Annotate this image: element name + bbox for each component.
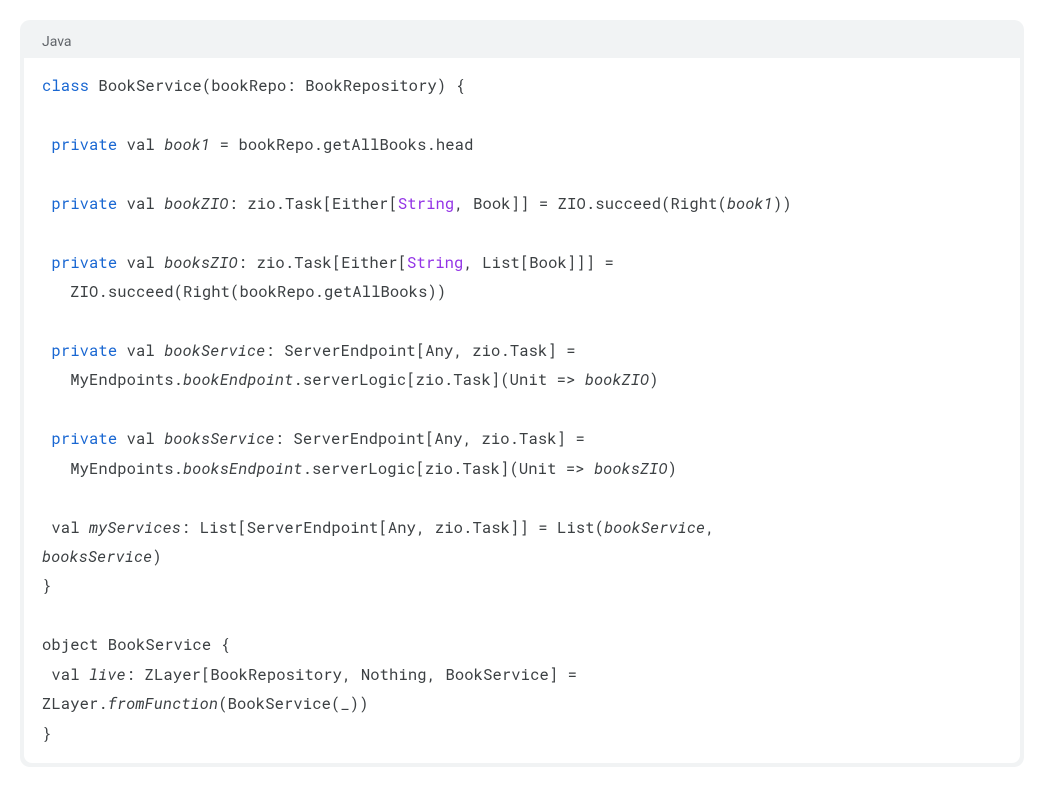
code-text: val: [51, 518, 89, 538]
identifier: fromFunction: [108, 694, 218, 714]
code-line: MyEndpoints.booksEndpoint.serverLogic[zi…: [42, 459, 677, 479]
identifier: booksService: [42, 547, 152, 567]
code-text: : zio.Task[Either[: [238, 253, 407, 273]
code-line: object BookService {: [42, 635, 230, 655]
code-line: private val booksService: ServerEndpoint…: [42, 429, 585, 449]
code-card: Java class BookService(bookRepo: BookRep…: [20, 20, 1024, 767]
identifier: booksService: [164, 429, 274, 449]
code-text: val: [117, 135, 164, 155]
indent: [42, 194, 51, 214]
indent: [42, 370, 70, 390]
indent: [42, 135, 51, 155]
code-body[interactable]: class BookService(bookRepo: BookReposito…: [24, 58, 1020, 763]
identifier: bookEndpoint: [183, 370, 293, 390]
identifier: bookService: [164, 341, 265, 361]
code-text: MyEndpoints.: [70, 459, 183, 479]
code-text: val: [117, 341, 164, 361]
keyword: private: [51, 194, 117, 214]
code-text: : ZLayer[BookRepository, Nothing, BookSe…: [126, 665, 587, 685]
code-text: .serverLogic[zio.Task](Unit =>: [303, 459, 594, 479]
code-text: ): [152, 547, 161, 567]
indent: [42, 253, 51, 273]
indent: [42, 341, 51, 361]
type: String: [398, 194, 454, 214]
identifier: live: [89, 665, 126, 685]
identifier: book1: [727, 194, 773, 214]
code-line: ZIO.succeed(Right(bookRepo.getAllBooks)): [42, 282, 446, 302]
indent: [42, 518, 51, 538]
identifier: myServices: [89, 518, 181, 538]
code-text: val: [117, 253, 164, 273]
keyword: private: [51, 341, 117, 361]
code-line: private val book1 = bookRepo.getAllBooks…: [42, 135, 473, 155]
code-text: val: [117, 194, 164, 214]
code-line: private val bookService: ServerEndpoint[…: [42, 341, 576, 361]
code-text: MyEndpoints.: [70, 370, 183, 390]
indent: [42, 665, 51, 685]
code-text: : List[ServerEndpoint[Any, zio.Task]] = …: [181, 518, 604, 538]
code-text: val: [117, 429, 164, 449]
code-text: val: [51, 665, 89, 685]
keyword: private: [51, 253, 117, 273]
indent: [42, 429, 51, 449]
code-line: val myServices: List[ServerEndpoint[Any,…: [42, 518, 724, 538]
code-line: class BookService(bookRepo: BookReposito…: [42, 76, 465, 96]
code-text: )): [773, 194, 792, 214]
code-text: ZLayer.: [42, 694, 108, 714]
code-text: .serverLogic[zio.Task](Unit =>: [293, 370, 584, 390]
code-line: MyEndpoints.bookEndpoint.serverLogic[zio…: [42, 370, 659, 390]
identifier: booksEndpoint: [183, 459, 303, 479]
code-text: = bookRepo.getAllBooks.head: [210, 135, 473, 155]
identifier: bookService: [604, 518, 705, 538]
indent: [42, 459, 70, 479]
code-line: val live: ZLayer[BookRepository, Nothing…: [42, 665, 587, 685]
code-text: : zio.Task[Either[: [229, 194, 398, 214]
code-text: ,: [705, 518, 724, 538]
identifier: booksZIO: [594, 459, 668, 479]
code-text: ZIO.succeed(Right(bookRepo.getAllBooks)): [70, 282, 446, 302]
keyword: class: [42, 76, 89, 96]
identifier: book1: [164, 135, 210, 155]
identifier: booksZIO: [164, 253, 238, 273]
identifier: bookZIO: [164, 194, 228, 214]
code-line: booksService): [42, 547, 162, 567]
code-text: : ServerEndpoint[Any, zio.Task] =: [265, 341, 575, 361]
keyword: private: [51, 429, 117, 449]
code-text: ): [649, 370, 658, 390]
code-text: : ServerEndpoint[Any, zio.Task] =: [275, 429, 585, 449]
indent: [42, 282, 70, 302]
code-line: ZLayer.fromFunction(BookService(_)): [42, 694, 369, 714]
code-text: , List[Book]]] =: [463, 253, 613, 273]
code-text: BookService(bookRepo: BookRepository) {: [89, 76, 465, 96]
code-line: }: [42, 724, 51, 744]
code-language-label: Java: [20, 20, 1024, 58]
keyword: private: [51, 135, 117, 155]
code-line: private val booksZIO: zio.Task[Either[St…: [42, 253, 614, 273]
code-text: ): [668, 459, 677, 479]
code-line: }: [42, 576, 51, 596]
code-text: , Book]] = ZIO.succeed(Right(: [454, 194, 727, 214]
code-text: (BookService(_)): [218, 694, 368, 714]
type: String: [407, 253, 463, 273]
code-line: private val bookZIO: zio.Task[Either[Str…: [42, 194, 792, 214]
identifier: bookZIO: [585, 370, 649, 390]
